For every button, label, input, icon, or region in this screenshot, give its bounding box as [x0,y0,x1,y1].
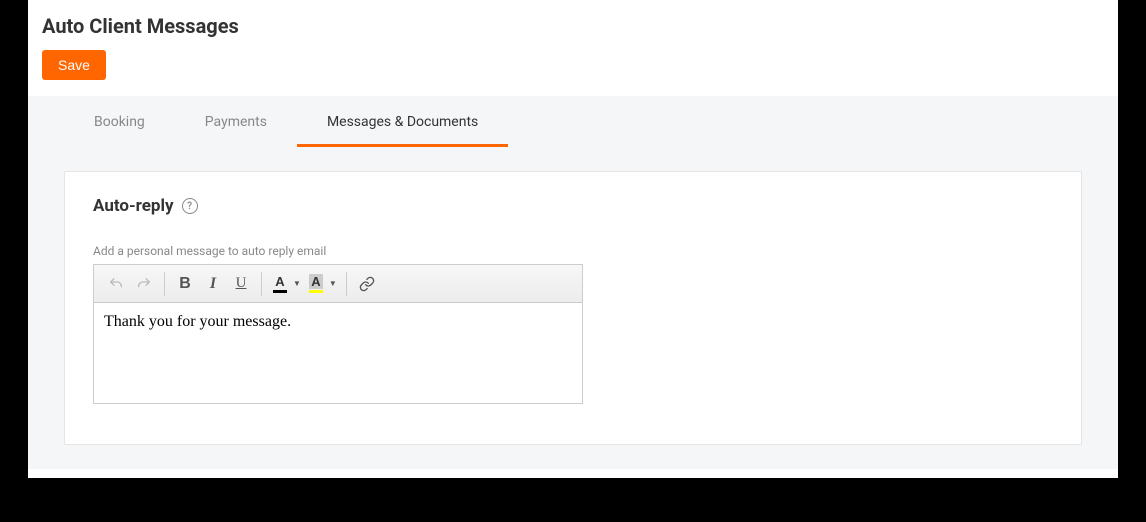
undo-icon [108,276,124,292]
save-button[interactable]: Save [42,50,106,80]
link-button[interactable] [353,270,381,298]
editor-body[interactable]: Thank you for your message. [94,303,582,403]
section-title-row: Auto-reply ? [93,196,1053,216]
text-color-icon: A [271,274,289,293]
editor-toolbar: B I U A ▼ [94,265,582,303]
help-icon[interactable]: ? [182,198,198,214]
rich-text-editor: B I U A ▼ [93,264,583,404]
toolbar-separator [346,272,347,296]
section-title: Auto-reply [93,196,174,216]
toolbar-separator [164,272,165,296]
toolbar-group-color: A ▼ A ▼ [264,270,344,298]
chevron-down-icon: ▼ [293,279,301,288]
text-color-button[interactable]: A ▼ [268,270,304,298]
page-container: Auto Client Messages Save Booking Paymen… [28,0,1118,478]
redo-icon [136,276,152,292]
tab-messages-documents[interactable]: Messages & Documents [297,96,508,147]
chevron-down-icon: ▼ [329,279,337,288]
tab-payments[interactable]: Payments [175,96,297,147]
bold-button[interactable]: B [171,270,199,298]
text-color-bar [273,290,287,293]
toolbar-group-link [349,270,385,298]
redo-button[interactable] [130,270,158,298]
highlight-color-icon: A [307,274,325,293]
underline-button[interactable]: U [227,270,255,298]
tabs-area: Booking Payments Messages & Documents [28,96,1118,147]
page-title: Auto Client Messages [42,14,1104,38]
toolbar-group-format: B I U [167,270,259,298]
toolbar-separator [261,272,262,296]
toolbar-group-history [98,270,162,298]
highlight-color-button[interactable]: A ▼ [304,270,340,298]
header: Auto Client Messages Save [28,0,1118,96]
tabs: Booking Payments Messages & Documents [64,96,1082,147]
field-label: Add a personal message to auto reply ema… [93,244,1053,258]
link-icon [359,276,375,292]
italic-button[interactable]: I [199,270,227,298]
undo-button[interactable] [102,270,130,298]
tab-booking[interactable]: Booking [64,96,175,147]
highlight-color-bar [309,290,323,293]
panel: Auto-reply ? Add a personal message to a… [64,171,1082,445]
content-area: Auto-reply ? Add a personal message to a… [28,147,1118,469]
